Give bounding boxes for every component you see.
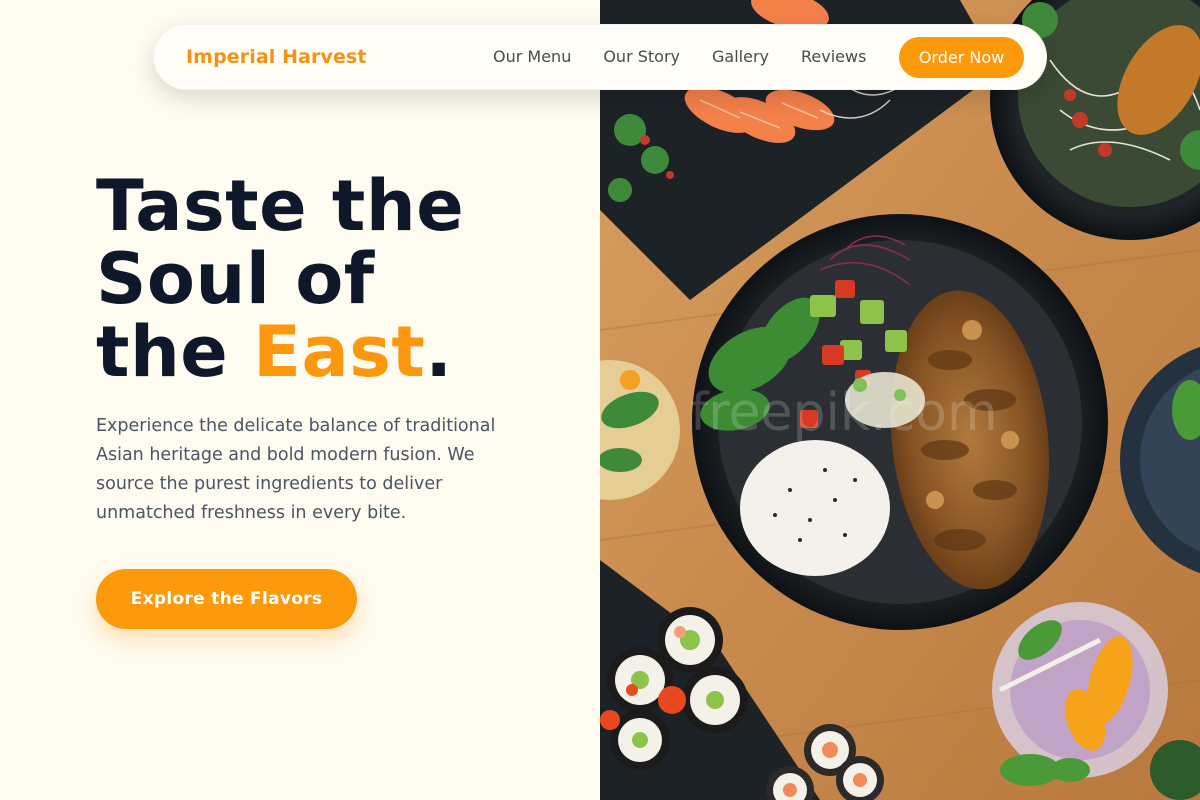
nav-link-gallery[interactable]: Gallery xyxy=(712,47,769,66)
nav-link-our-menu[interactable]: Our Menu xyxy=(493,47,571,66)
hero-description: Experience the delicate balance of tradi… xyxy=(96,416,496,523)
brand-logo-text[interactable]: Imperial Harvest xyxy=(186,46,367,68)
landing-page: freepik.com Imperial Harvest Our Menu Ou… xyxy=(0,0,1200,800)
hero-food-photo: freepik.com xyxy=(600,0,1200,800)
explore-flavors-button[interactable]: Explore the Flavors xyxy=(96,569,357,629)
headline-accent-word: East xyxy=(253,311,426,393)
hero-headline: Taste the Soul of the East. xyxy=(96,170,576,389)
headline-line-1: Taste the xyxy=(96,165,465,247)
headline-line-2: Soul of xyxy=(96,238,375,320)
svg-text:freepik.com: freepik.com xyxy=(690,383,998,443)
nav-link-reviews[interactable]: Reviews xyxy=(801,47,866,66)
nav-link-our-story[interactable]: Our Story xyxy=(603,47,680,66)
nav-links: Our Menu Our Story Gallery Reviews xyxy=(493,47,866,66)
headline-line-3: the xyxy=(96,311,254,393)
headline-period: . xyxy=(425,311,453,393)
order-now-button[interactable]: Order Now xyxy=(899,37,1024,78)
top-navbar: Imperial Harvest Our Menu Our Story Gall… xyxy=(153,24,1047,90)
